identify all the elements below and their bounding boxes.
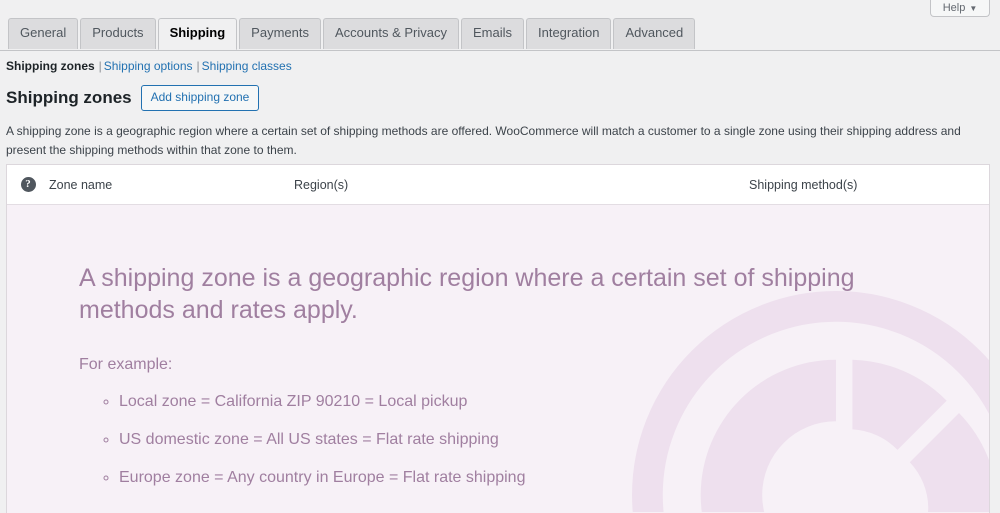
- subnav-item-shipping-zones[interactable]: Shipping zones: [6, 59, 95, 73]
- column-header-zone-name[interactable]: Zone name: [49, 178, 294, 192]
- help-icon[interactable]: ?: [20, 177, 36, 192]
- help-tab-button[interactable]: Help ▼: [930, 0, 990, 17]
- tab-products[interactable]: Products: [80, 18, 156, 49]
- subnav-separator-2: |: [196, 59, 200, 73]
- tab-advanced[interactable]: Advanced: [613, 18, 696, 49]
- zones-sort-column: ?: [7, 177, 49, 192]
- list-item: Local zone = California ZIP 90210 = Loca…: [119, 392, 989, 411]
- tab-accounts-privacy[interactable]: Accounts & Privacy: [322, 18, 459, 49]
- subnav-separator-1: |: [98, 59, 102, 73]
- zones-empty-state: A shipping zone is a geographic region w…: [7, 205, 989, 512]
- empty-state-content: A shipping zone is a geographic region w…: [7, 205, 989, 488]
- zones-table-header-row: ? Zone name Region(s) Shipping method(s): [7, 165, 989, 205]
- page-title: Shipping zones: [6, 87, 132, 107]
- list-item: Europe zone = Any country in Europe = Fl…: [119, 468, 989, 487]
- help-tab-label: Help: [942, 2, 966, 14]
- tab-integration[interactable]: Integration: [526, 18, 612, 49]
- tab-general[interactable]: General: [8, 18, 79, 49]
- tab-shipping[interactable]: Shipping: [157, 18, 238, 50]
- empty-state-lead: A shipping zone is a geographic region w…: [79, 264, 855, 324]
- tab-emails[interactable]: Emails: [460, 18, 524, 49]
- settings-tab-bar: General Products Shipping Payments Accounts …: [0, 18, 1000, 51]
- chevron-down-icon: ▼: [969, 4, 978, 13]
- list-item: US domestic zone = All US states = Flat …: [119, 430, 989, 449]
- subnav-item-shipping-classes[interactable]: Shipping classes: [202, 59, 292, 73]
- empty-state-subtitle: For example:: [79, 356, 173, 373]
- empty-state-examples: Local zone = California ZIP 90210 = Loca…: [79, 392, 989, 488]
- page-header: Shipping zones Add shipping zone: [6, 85, 260, 112]
- help-strip: Help ▼: [0, 0, 1000, 17]
- column-header-regions[interactable]: Region(s): [294, 178, 749, 192]
- shipping-zones-panel: ? Zone name Region(s) Shipping method(s)…: [6, 164, 990, 513]
- shipping-subnav: Shipping zones | Shipping options | Shipping…: [6, 58, 292, 75]
- subnav-item-shipping-options[interactable]: Shipping options: [104, 59, 193, 73]
- tab-payments[interactable]: Payments: [239, 18, 321, 49]
- page-description: A shipping zone is a geographic region w…: [6, 124, 961, 157]
- add-shipping-zone-button[interactable]: Add shipping zone: [140, 85, 260, 112]
- column-header-shipping-methods[interactable]: Shipping method(s): [749, 178, 989, 192]
